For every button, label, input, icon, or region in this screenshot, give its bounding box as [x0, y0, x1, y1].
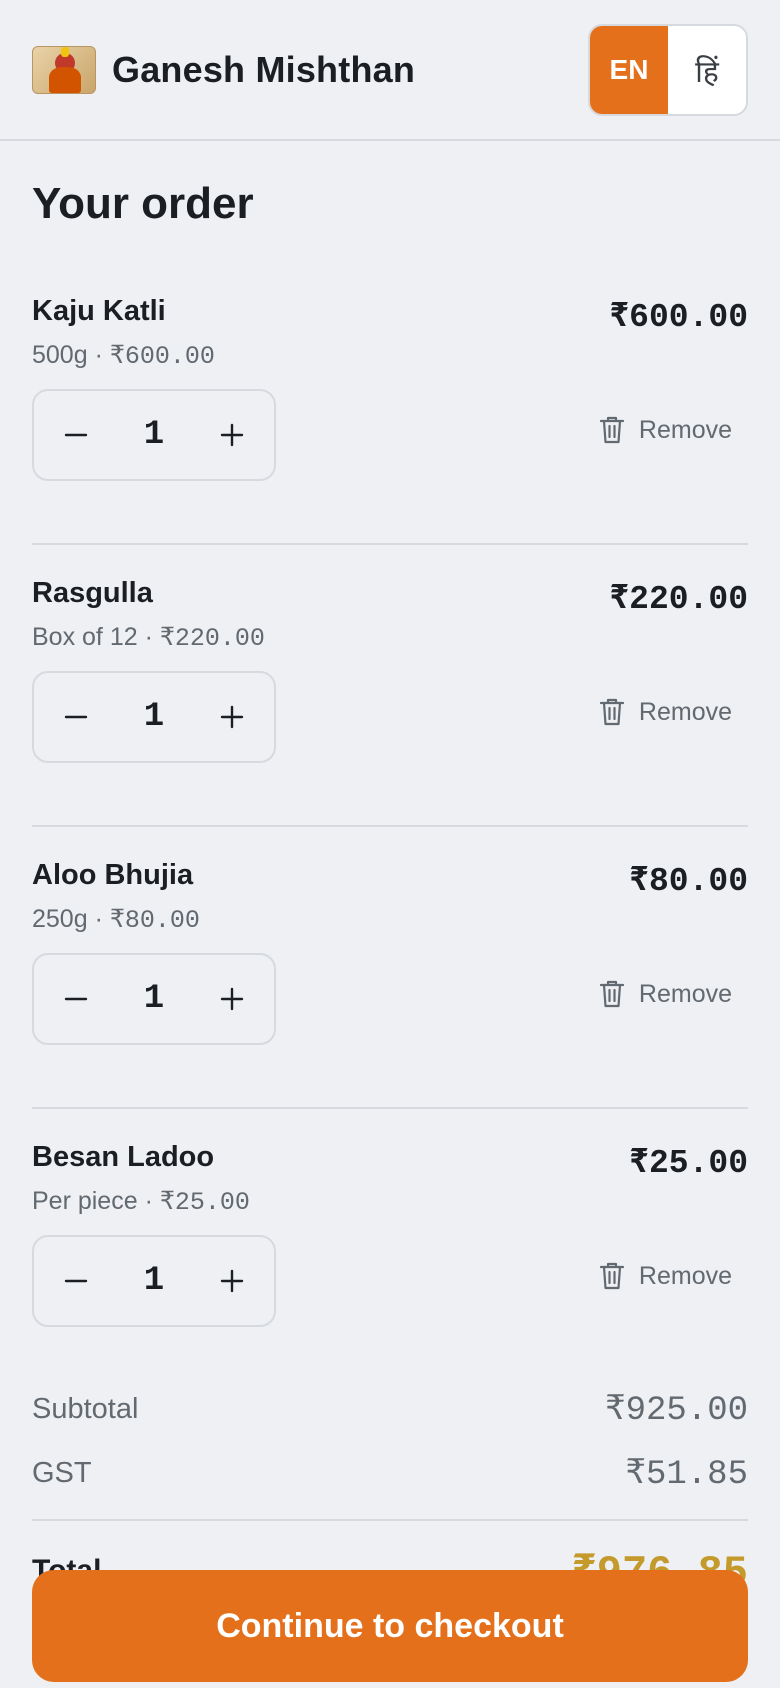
item-price: ₹600.00: [609, 299, 748, 336]
quantity-value: 1: [143, 1262, 165, 1300]
trash-icon: [599, 980, 625, 1008]
item-meta: Per piece · ₹25.00: [32, 1186, 250, 1217]
remove-button[interactable]: Remove: [599, 415, 732, 445]
order-item: Rasgulla ₹220.00 Box of 12 · ₹220.00 1 R…: [32, 577, 748, 827]
meta-separator: ·: [137, 623, 160, 651]
quantity-stepper: 1: [32, 389, 276, 481]
quantity-stepper: 1: [32, 953, 276, 1045]
gst-label: GST: [32, 1456, 92, 1489]
subtotal-label: Subtotal: [32, 1392, 139, 1425]
minus-icon: [64, 715, 88, 719]
trash-icon: [599, 698, 625, 726]
item-unit-price: ₹25.00: [159, 1188, 250, 1217]
item-unit-price: ₹220.00: [159, 624, 265, 653]
trash-icon: [599, 416, 625, 444]
remove-label: Remove: [638, 415, 732, 444]
plus-icon: [220, 987, 244, 1011]
decrease-button[interactable]: [56, 1261, 96, 1301]
meta-separator: ·: [87, 905, 110, 933]
item-meta: 500g · ₹600.00: [32, 340, 215, 371]
item-meta: 250g · ₹80.00: [32, 904, 200, 935]
lang-en-button[interactable]: EN: [590, 26, 668, 114]
language-toggle: EN हिं: [588, 24, 748, 116]
increase-button[interactable]: [212, 1261, 252, 1301]
order-content: Your order Kaju Katli ₹600.00 500g · ₹60…: [0, 179, 780, 1621]
remove-label: Remove: [638, 697, 732, 726]
gst-row: GST ₹51.85: [32, 1441, 748, 1505]
minus-icon: [64, 1279, 88, 1283]
increase-button[interactable]: [212, 979, 252, 1019]
item-name: Aloo Bhujia: [32, 859, 194, 891]
order-item: Besan Ladoo ₹25.00 Per piece · ₹25.00 1 …: [32, 1141, 748, 1357]
remove-button[interactable]: Remove: [599, 1261, 732, 1291]
remove-label: Remove: [638, 1261, 732, 1290]
gst-value: ₹51.85: [625, 1456, 749, 1494]
item-name: Besan Ladoo: [32, 1141, 215, 1173]
item-size: 500g: [32, 341, 88, 369]
item-unit-price: ₹80.00: [109, 906, 200, 935]
plus-icon: [220, 423, 244, 447]
minus-icon: [64, 997, 88, 1001]
quantity-stepper: 1: [32, 671, 276, 763]
meta-separator: ·: [137, 1187, 160, 1215]
app-header: Ganesh Mishthan EN हिं: [0, 0, 780, 141]
plus-icon: [220, 705, 244, 729]
item-size: Per piece: [32, 1187, 138, 1215]
order-items-list: Kaju Katli ₹600.00 500g · ₹600.00 1 Remo…: [32, 295, 748, 1357]
item-size: 250g: [32, 905, 88, 933]
order-item: Aloo Bhujia ₹80.00 250g · ₹80.00 1 Remov…: [32, 859, 748, 1109]
remove-button[interactable]: Remove: [599, 979, 732, 1009]
ganesh-logo-image: [32, 45, 96, 94]
brand-name: Ganesh Mishthan: [112, 48, 416, 90]
increase-button[interactable]: [212, 697, 252, 737]
quantity-stepper: 1: [32, 1235, 276, 1327]
subtotal-row: Subtotal ₹925.00: [32, 1377, 748, 1441]
quantity-value: 1: [143, 980, 165, 1018]
increase-button[interactable]: [212, 415, 252, 455]
subtotal-value: ₹925.00: [605, 1392, 748, 1430]
decrease-button[interactable]: [56, 979, 96, 1019]
item-unit-price: ₹600.00: [109, 342, 215, 371]
meta-separator: ·: [87, 341, 110, 369]
decrease-button[interactable]: [56, 415, 96, 455]
item-size: Box of 12: [32, 623, 138, 651]
item-price: ₹80.00: [629, 863, 748, 900]
item-price: ₹220.00: [609, 581, 748, 618]
page-title: Your order: [32, 179, 254, 228]
minus-icon: [64, 433, 88, 437]
lang-hi-button[interactable]: हिं: [668, 26, 746, 114]
checkout-button[interactable]: Continue to checkout: [32, 1570, 748, 1682]
remove-button[interactable]: Remove: [599, 697, 732, 727]
quantity-value: 1: [143, 416, 165, 454]
plus-icon: [220, 1269, 244, 1293]
remove-label: Remove: [638, 979, 732, 1008]
item-price: ₹25.00: [629, 1145, 748, 1182]
trash-icon: [599, 1262, 625, 1290]
quantity-value: 1: [143, 698, 165, 736]
order-item: Kaju Katli ₹600.00 500g · ₹600.00 1 Remo…: [32, 295, 748, 545]
item-name: Kaju Katli: [32, 295, 166, 327]
decrease-button[interactable]: [56, 697, 96, 737]
item-meta: Box of 12 · ₹220.00: [32, 622, 265, 653]
item-name: Rasgulla: [32, 577, 153, 609]
